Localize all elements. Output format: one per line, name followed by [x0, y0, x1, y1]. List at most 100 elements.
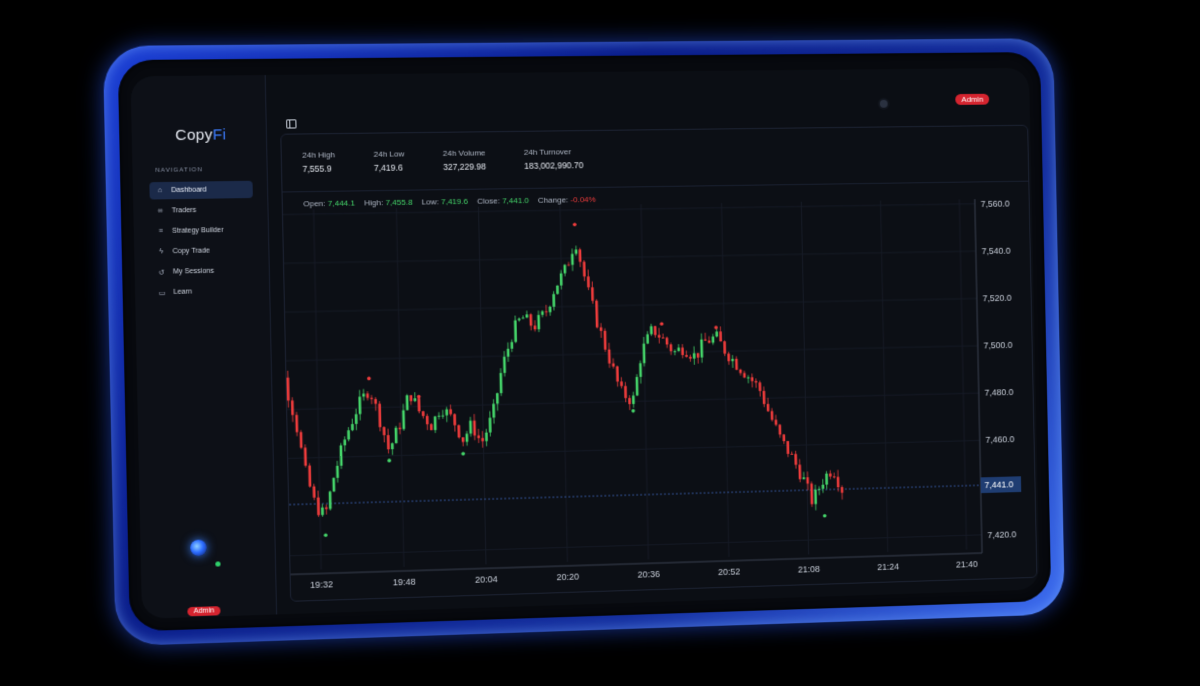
candle-body: [529, 314, 533, 326]
grid-line-vertical: [959, 199, 966, 549]
candlestick-chart[interactable]: 19:32 19:48 20:04 20:20 20:36 20:52 21:08 21:24…: [281, 126, 1036, 601]
assistant-orb-icon[interactable]: [190, 539, 207, 557]
candle-body: [750, 377, 754, 382]
candle-body: [692, 353, 696, 359]
candle-body: [286, 377, 290, 401]
candle-body: [339, 445, 343, 466]
candle-body: [325, 507, 328, 510]
candle-body: [433, 416, 437, 431]
candle-body: [481, 438, 484, 442]
candle-body: [766, 403, 770, 412]
y-tick-label: 7,460.0: [985, 435, 1014, 445]
candle-body: [425, 415, 429, 425]
grid-line-vertical: [478, 207, 486, 565]
candle-body: [595, 300, 599, 328]
pivot-marker: [714, 325, 718, 330]
candle-body: [382, 427, 386, 436]
candle-body: [696, 353, 700, 358]
pivot-marker: [387, 458, 392, 463]
candle-body: [719, 331, 723, 342]
candle-body: [586, 276, 590, 288]
camera-icon: [879, 99, 888, 108]
x-tick-label: 21:08: [798, 564, 820, 575]
candle-body: [351, 424, 354, 431]
candle-body: [503, 356, 506, 373]
sidebar-item-my-sessions[interactable]: ↺ My Sessions: [151, 262, 255, 281]
candle-body: [562, 264, 566, 273]
candle-body: [555, 285, 559, 294]
candle-body: [591, 287, 594, 301]
candle-body: [358, 396, 362, 415]
candle-body: [465, 433, 469, 442]
x-tick-label: 20:04: [475, 574, 498, 585]
candle-body: [413, 398, 417, 402]
admin-badge-top[interactable]: Admin: [955, 93, 990, 105]
candle-body: [704, 339, 707, 341]
sidebar-item-dashboard[interactable]: ⌂ Dashboard: [149, 180, 253, 200]
candle-body: [649, 326, 653, 335]
candle-body: [548, 306, 552, 313]
candle-body: [774, 419, 778, 425]
candle-body: [727, 353, 731, 362]
candle-body: [477, 435, 480, 439]
candle-body: [620, 381, 624, 387]
candle-body: [328, 491, 332, 509]
nav-heading: NAVIGATION: [155, 167, 204, 174]
candle-body: [628, 397, 631, 405]
history-icon: ↺: [158, 269, 165, 277]
nav-list: ⌂ Dashboard ∞ Traders ≡ Strategy Builder…: [149, 180, 256, 305]
candle-body: [533, 325, 537, 330]
sliders-icon: ≡: [158, 227, 163, 236]
candle-body: [782, 434, 786, 442]
candle-body: [582, 261, 586, 277]
candle-body: [778, 424, 782, 435]
sidebar-item-strategy-builder[interactable]: ≡ Strategy Builder: [150, 221, 254, 240]
last-price-label: 7,441.0: [984, 480, 1013, 491]
candle-body: [566, 264, 570, 266]
lightning-icon: ϟ: [159, 248, 164, 256]
candle-body: [312, 486, 316, 498]
sidebar-toggle-icon[interactable]: [286, 119, 297, 129]
candle-body: [711, 336, 715, 343]
candle-body: [832, 476, 836, 478]
admin-badge-bottom[interactable]: Admin: [187, 606, 221, 617]
candle-body: [814, 489, 818, 505]
candle-body: [405, 395, 409, 411]
candle-body: [661, 337, 665, 339]
x-tick-label: 19:32: [310, 579, 333, 590]
candle-body: [616, 366, 620, 383]
candle-body: [657, 334, 661, 338]
candle-body: [541, 311, 544, 315]
candle-body: [599, 327, 603, 332]
sidebar-item-learn[interactable]: ▭ Learn: [152, 282, 256, 301]
candle-body: [758, 382, 762, 392]
candle-body: [653, 326, 657, 336]
sidebar-item-traders[interactable]: ∞ Traders: [150, 201, 254, 220]
candle-body: [429, 424, 433, 431]
y-tick-label: 7,560.0: [981, 199, 1010, 209]
pivot-marker: [659, 322, 664, 326]
x-tick-label: 20:20: [556, 572, 579, 583]
candle-body: [510, 342, 514, 349]
grid-line-vertical: [558, 205, 568, 562]
sidebar-item-copy-trade[interactable]: ϟ Copy Trade: [151, 242, 255, 261]
candle-body: [825, 473, 829, 485]
candle-body: [506, 348, 510, 357]
candle-body: [394, 427, 398, 444]
candle-body: [390, 443, 394, 450]
candle-body: [299, 432, 303, 448]
candle-body: [386, 435, 390, 450]
candle-body: [570, 253, 574, 265]
grid-line-vertical: [881, 201, 888, 552]
candle-body: [321, 507, 324, 516]
grid-line-horizontal: [283, 204, 975, 215]
y-tick-label: 7,520.0: [983, 293, 1012, 303]
candle-body: [806, 477, 809, 484]
brand-logo[interactable]: CopyFi: [175, 126, 226, 144]
pivot-marker: [416, 394, 421, 399]
y-tick-label: 7,480.0: [984, 387, 1013, 397]
candle-body: [362, 393, 365, 397]
candle-body: [677, 347, 680, 352]
price-chart-card: 24h High 7,555.9 24h Low 7,419.6 24h Vol…: [280, 124, 1038, 602]
grid-line-horizontal: [286, 346, 978, 361]
